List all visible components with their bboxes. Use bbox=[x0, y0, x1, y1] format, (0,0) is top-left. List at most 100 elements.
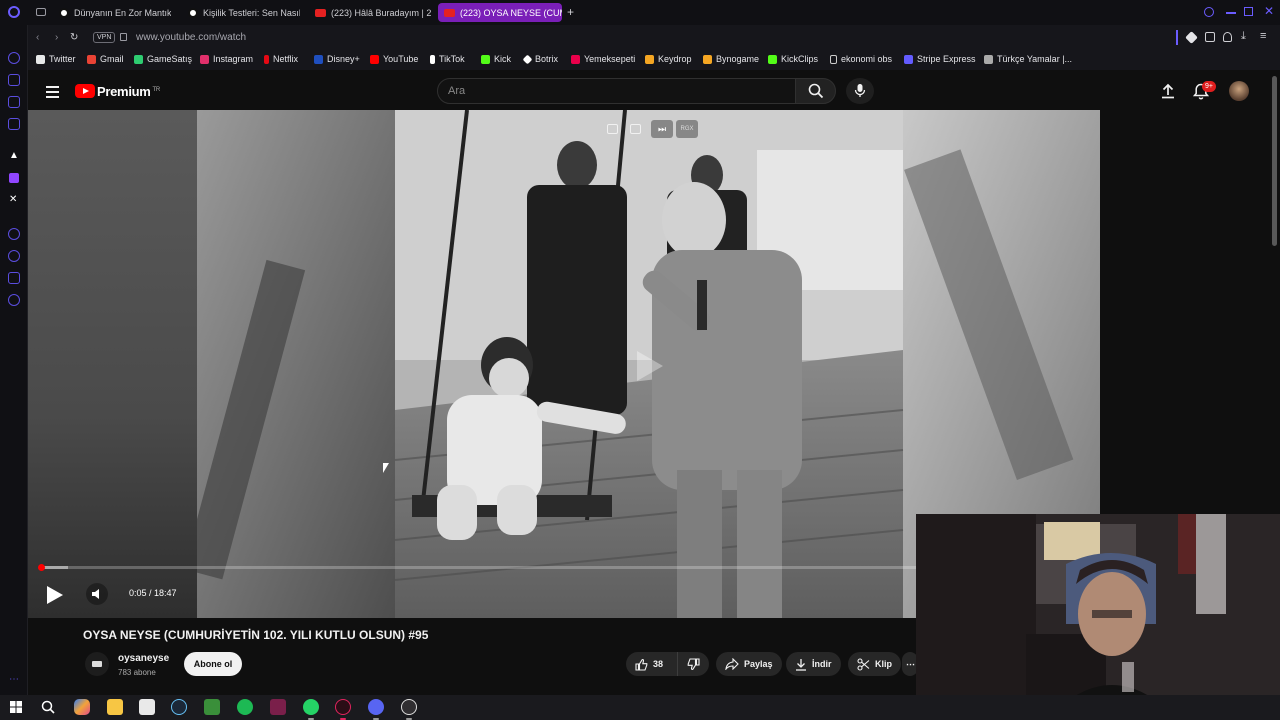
kickclips-icon bbox=[768, 54, 777, 64]
book-icon[interactable] bbox=[204, 699, 220, 715]
forward-icon[interactable]: › bbox=[55, 32, 58, 43]
profile-icon[interactable] bbox=[1223, 32, 1232, 42]
opera-gx-icon[interactable] bbox=[335, 699, 351, 715]
video-title: OYSA NEYSE (CUMHURİYETİN 102. YILI KUTLU… bbox=[83, 628, 429, 642]
share-button[interactable]: Paylaş bbox=[716, 652, 782, 676]
browser-logo-icon[interactable] bbox=[8, 6, 20, 18]
miniplayer-icon[interactable] bbox=[607, 124, 618, 134]
app-m-icon[interactable] bbox=[270, 699, 286, 715]
back-icon[interactable]: ‹ bbox=[36, 32, 39, 43]
volume-button[interactable] bbox=[86, 583, 108, 605]
sidebar-pinboard-icon[interactable] bbox=[8, 272, 20, 284]
taskbar-search-icon[interactable] bbox=[41, 700, 55, 714]
download-icon[interactable]: ⤓ bbox=[1241, 30, 1246, 43]
tab-4-active[interactable]: (223) OYSA NEYSE (CUM bbox=[438, 3, 562, 22]
upload-icon[interactable] bbox=[1161, 83, 1175, 99]
discord-icon[interactable] bbox=[368, 699, 384, 715]
bookmark-netflix[interactable]: Netflix bbox=[264, 54, 298, 64]
sidebar-aria-icon[interactable] bbox=[8, 52, 20, 64]
spotify-icon[interactable] bbox=[237, 699, 253, 715]
like-button[interactable]: 38 bbox=[626, 652, 677, 676]
bookmark-turkce-yamalar[interactable]: Türkçe Yamalar |... bbox=[984, 54, 1072, 64]
sidebar-more-icon[interactable]: ⋯ bbox=[9, 674, 19, 685]
play-icon[interactable] bbox=[47, 586, 63, 604]
sidebar-x-icon[interactable]: ✕ bbox=[9, 194, 17, 205]
bookmark-instagram[interactable]: Instagram bbox=[200, 54, 253, 64]
steam-icon[interactable] bbox=[171, 699, 187, 715]
windows-start-icon[interactable] bbox=[10, 701, 22, 713]
bookmark-botrix[interactable]: Botrix bbox=[522, 54, 558, 64]
close-window-icon[interactable]: ✕ bbox=[1264, 4, 1274, 18]
tab-2[interactable]: Kişilik Testleri: Sen Nasıl bbox=[182, 3, 300, 22]
file-explorer-icon[interactable] bbox=[107, 699, 123, 715]
sidebar-twitch-icon[interactable] bbox=[9, 173, 19, 183]
sidebar-settings-icon[interactable] bbox=[8, 294, 20, 306]
botrix-icon bbox=[522, 54, 533, 64]
share-label: Paylaş bbox=[744, 659, 773, 669]
threads-icon bbox=[188, 7, 198, 18]
search-button[interactable] bbox=[795, 78, 836, 104]
keydrop-icon bbox=[645, 54, 654, 64]
channel-avatar[interactable] bbox=[85, 652, 109, 676]
voice-search-button[interactable] bbox=[846, 78, 874, 104]
instagram-icon bbox=[200, 54, 209, 64]
url-field[interactable]: www.youtube.com/watch bbox=[136, 32, 246, 43]
notification-badge: 9+ bbox=[1202, 81, 1216, 92]
clip-button[interactable]: Klip bbox=[848, 652, 901, 676]
sidebar-vk-icon[interactable] bbox=[8, 118, 20, 130]
bookmark-kick[interactable]: Kick bbox=[481, 54, 511, 64]
youtube-logo-icon[interactable] bbox=[75, 84, 95, 98]
hamburger-menu-icon[interactable] bbox=[46, 86, 59, 101]
sidebar-player-icon[interactable] bbox=[8, 228, 20, 240]
theater-icon[interactable] bbox=[630, 124, 641, 134]
new-tab-button[interactable]: + bbox=[567, 5, 574, 19]
bookmark-gamesatis[interactable]: GameSatış bbox=[134, 54, 192, 64]
obs-icon[interactable] bbox=[401, 699, 417, 715]
subscribe-button[interactable]: Abone ol bbox=[184, 652, 242, 676]
bookmark-twitter[interactable]: Twitter bbox=[36, 54, 76, 64]
bookmark-kickclips[interactable]: KickClips bbox=[768, 54, 818, 64]
scrubber-handle[interactable] bbox=[38, 564, 45, 571]
overlay-extension-badge[interactable]: RGX bbox=[676, 120, 698, 138]
address-divider bbox=[1176, 30, 1178, 45]
reload-icon[interactable]: ↻ bbox=[70, 32, 78, 43]
tab-overview-icon[interactable] bbox=[36, 8, 46, 16]
disney-icon bbox=[314, 54, 323, 64]
tab-3[interactable]: (223) Hâlâ Buradayım | 2 bbox=[309, 3, 431, 22]
sidebar-arc-icon[interactable]: ▲ bbox=[9, 150, 19, 161]
minimize-icon[interactable] bbox=[1226, 12, 1236, 14]
bookmark-stripe[interactable]: Stripe Express bbox=[904, 54, 976, 64]
menu-icon[interactable]: ≡ bbox=[1260, 30, 1266, 42]
bookmark-keydrop[interactable]: Keydrop bbox=[645, 54, 692, 64]
whatsapp-icon[interactable] bbox=[303, 699, 319, 715]
copilot-icon[interactable] bbox=[74, 699, 90, 715]
sidebar-history-icon[interactable] bbox=[8, 250, 20, 262]
tab-1[interactable]: Dünyanın En Zor Mantık T bbox=[53, 3, 171, 22]
page-scrollbar[interactable] bbox=[1272, 76, 1277, 246]
bookmark-gmail[interactable]: Gmail bbox=[87, 54, 124, 64]
bookmark-bynogame[interactable]: Bynogame bbox=[703, 54, 759, 64]
youtube-premium-wordmark[interactable]: Premium TR bbox=[97, 84, 160, 99]
puzzle-extensions-icon[interactable] bbox=[1205, 32, 1215, 42]
account-avatar[interactable] bbox=[1229, 81, 1249, 101]
bookmark-disney[interactable]: Disney+ bbox=[314, 54, 360, 64]
skip-next-icon[interactable]: ⏭ bbox=[651, 120, 673, 138]
like-count: 38 bbox=[653, 659, 664, 669]
clip-label: Klip bbox=[875, 659, 892, 669]
maximize-icon[interactable] bbox=[1244, 7, 1253, 16]
sidebar-shopping-icon[interactable] bbox=[8, 74, 20, 86]
notepad-calendar-icon[interactable] bbox=[139, 699, 155, 715]
turkce-yamalar-icon bbox=[984, 54, 993, 64]
search-input[interactable]: Ara bbox=[437, 78, 796, 104]
sidebar-messenger-icon[interactable] bbox=[8, 96, 20, 108]
bookmark-tiktok[interactable]: TikTok bbox=[430, 54, 465, 64]
vpn-badge[interactable]: VPN bbox=[93, 32, 116, 43]
bookmark-yemeksepeti[interactable]: Yemeksepeti bbox=[571, 54, 635, 64]
channel-name[interactable]: oysaneyse bbox=[118, 653, 169, 664]
dislike-button[interactable] bbox=[677, 652, 709, 676]
video-progress-bar[interactable] bbox=[40, 566, 916, 569]
search-tabs-icon[interactable] bbox=[1204, 7, 1214, 17]
bookmark-youtube[interactable]: YouTube bbox=[370, 54, 418, 64]
download-button[interactable]: İndir bbox=[786, 652, 841, 676]
bookmark-ekonomi-obs[interactable]: ekonomi obs bbox=[830, 54, 892, 64]
